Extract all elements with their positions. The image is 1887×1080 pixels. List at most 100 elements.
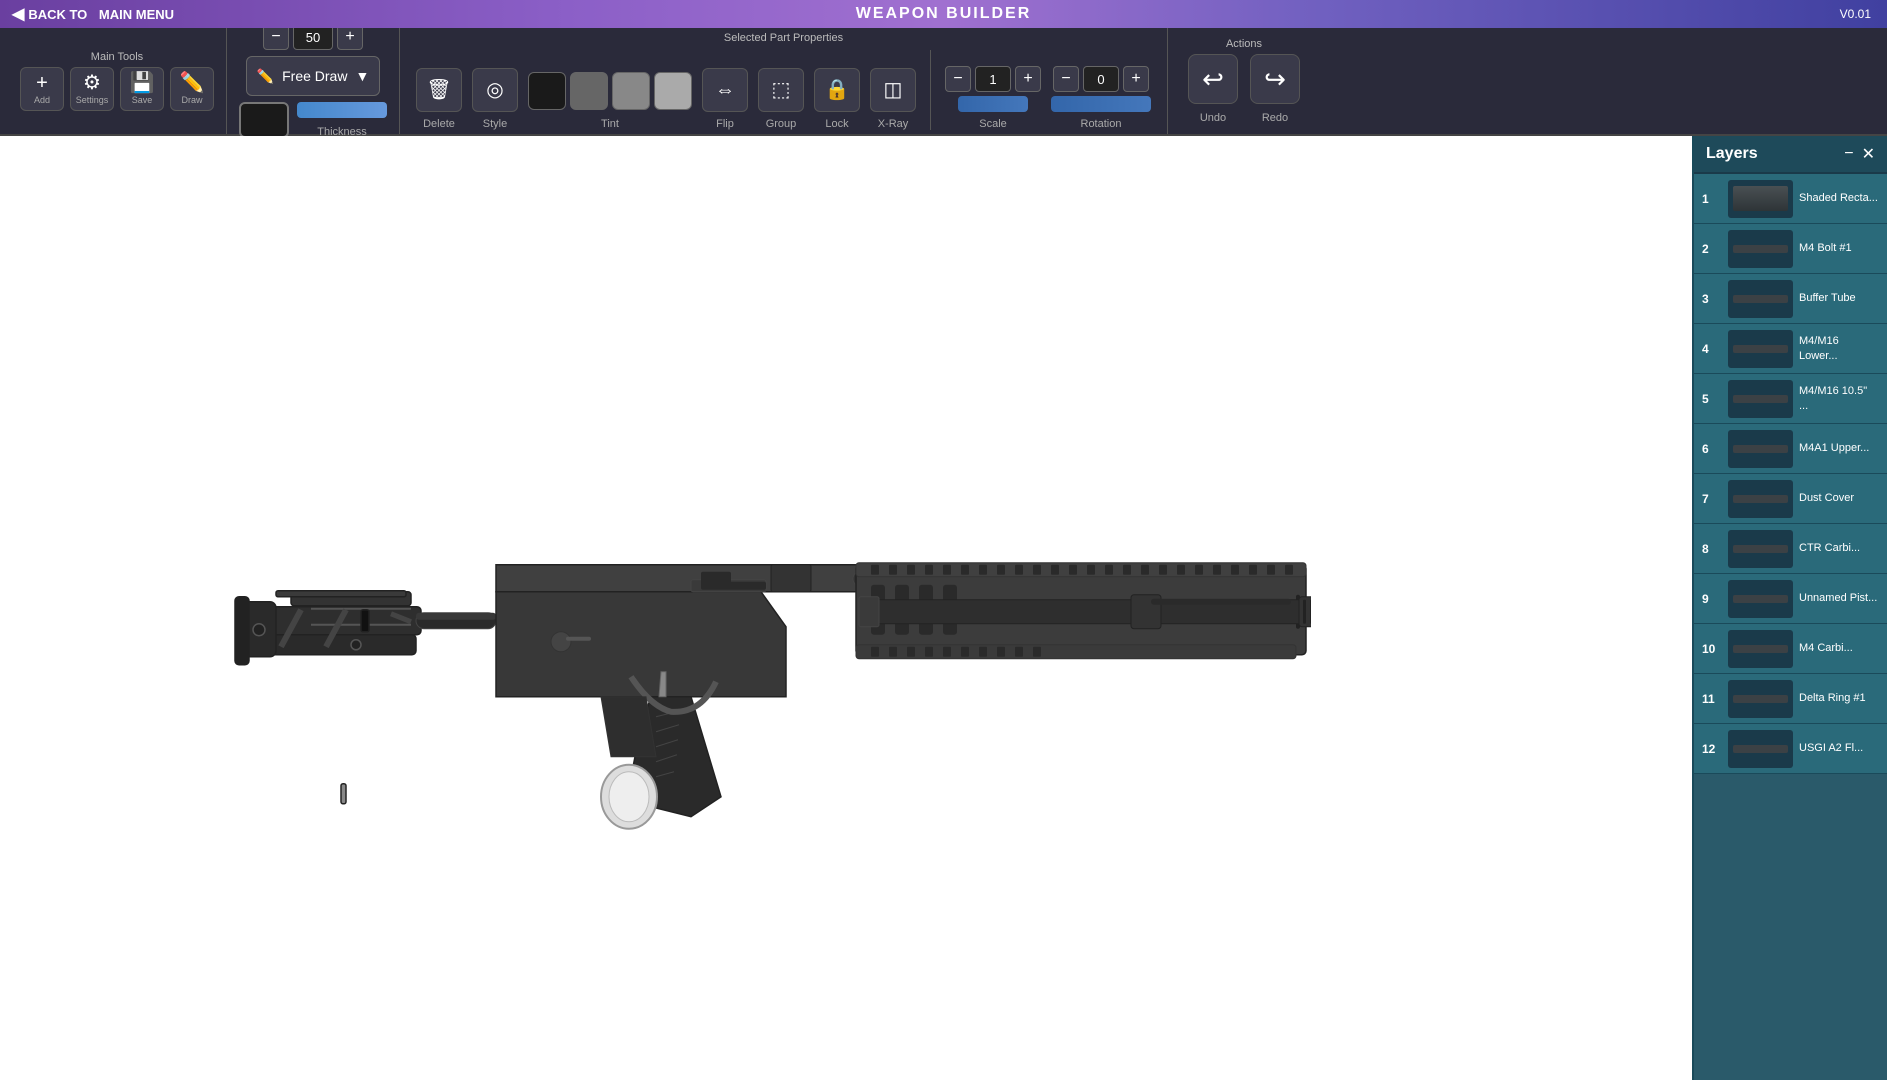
layer-item[interactable]: 11 Delta Ring #1: [1694, 674, 1887, 724]
group-button[interactable]: ⬚: [758, 68, 804, 112]
layer-number: 11: [1702, 692, 1722, 706]
color-swatch[interactable]: [239, 102, 289, 138]
rotation-minus-button[interactable]: −: [1053, 66, 1079, 92]
layer-item[interactable]: 12 USGI A2 Fl...: [1694, 724, 1887, 774]
add-button[interactable]: + Add: [20, 67, 64, 111]
scale-input[interactable]: [975, 66, 1011, 92]
actions-label: Actions: [1226, 38, 1262, 50]
layer-thumbnail: [1728, 580, 1793, 618]
layer-thumbnail: [1728, 480, 1793, 518]
layer-number: 5: [1702, 392, 1722, 406]
flip-button[interactable]: ⇔: [702, 68, 748, 112]
layer-number: 2: [1702, 242, 1722, 256]
xray-label: X-Ray: [878, 118, 909, 130]
redo-label: Redo: [1262, 112, 1288, 124]
layer-item[interactable]: 10 M4 Carbi...: [1694, 624, 1887, 674]
style-label: Style: [483, 118, 507, 130]
save-button[interactable]: 💾 Save: [120, 67, 164, 111]
delete-label: Delete: [423, 118, 455, 130]
layer-name: Unnamed Pist...: [1799, 591, 1879, 605]
lock-area: 🔒 Lock: [814, 68, 860, 130]
layer-name: M4A1 Upper...: [1799, 441, 1879, 455]
lock-label: Lock: [825, 118, 848, 130]
flip-label: Flip: [716, 118, 734, 130]
settings-label: Settings: [76, 95, 109, 105]
rotation-bar[interactable]: [1051, 96, 1151, 112]
layer-name: M4/M16 10.5" ...: [1799, 384, 1879, 413]
draw-label: Draw: [181, 95, 202, 105]
draw-tool-dropdown[interactable]: ✏️ Free Draw ▼: [246, 56, 381, 96]
add-label: Add: [34, 95, 50, 105]
canvas-area[interactable]: [0, 136, 1692, 1080]
layer-item[interactable]: 6 M4A1 Upper...: [1694, 424, 1887, 474]
draw-icon: ✏️: [180, 73, 205, 93]
style-area: ◎ Style: [472, 68, 518, 130]
rotation-plus-button[interactable]: +: [1123, 66, 1149, 92]
back-label: BACK TO: [28, 7, 87, 22]
lock-icon: 🔒: [825, 80, 850, 100]
redo-button[interactable]: ↪: [1250, 54, 1300, 104]
layer-name: M4 Carbi...: [1799, 641, 1879, 655]
layer-thumbnail: [1728, 680, 1793, 718]
add-icon: +: [36, 73, 48, 93]
tint-black-button[interactable]: [528, 72, 566, 110]
draw-button[interactable]: ✏️ Draw: [170, 67, 214, 111]
tint-gray3-button[interactable]: [654, 72, 692, 110]
thickness-bar[interactable]: [297, 102, 387, 118]
lock-button[interactable]: 🔒: [814, 68, 860, 112]
layer-item[interactable]: 2 M4 Bolt #1: [1694, 224, 1887, 274]
delete-button[interactable]: 🗑: [416, 68, 462, 112]
group-area: ⬚ Group: [758, 68, 804, 130]
actions-row: ↩ Undo ↪ Redo: [1188, 54, 1300, 124]
layer-item[interactable]: 9 Unnamed Pist...: [1694, 574, 1887, 624]
layer-thumbnail: [1728, 230, 1793, 268]
layer-number: 8: [1702, 542, 1722, 556]
layer-item[interactable]: 1 Shaded Recta...: [1694, 174, 1887, 224]
layer-item[interactable]: 3 Buffer Tube: [1694, 274, 1887, 324]
back-to-main-menu-button[interactable]: ◀ BACK TO MAIN MENU: [12, 4, 174, 24]
undo-area: ↩ Undo: [1188, 54, 1238, 124]
tint-gray2-button[interactable]: [612, 72, 650, 110]
part-tools-row: 🗑 Delete ◎ Style Tint: [416, 50, 1151, 130]
scale-minus-button[interactable]: −: [945, 66, 971, 92]
layer-name: Delta Ring #1: [1799, 691, 1879, 705]
tint-area: Tint: [528, 72, 692, 130]
tint-swatches-row: [528, 72, 692, 110]
layer-thumbnail: [1728, 630, 1793, 668]
layer-thumbnail: [1728, 380, 1793, 418]
layer-thumbnail: [1728, 430, 1793, 468]
actions-section: Actions ↩ Undo ↪ Redo: [1168, 28, 1320, 134]
layers-minimize-button[interactable]: −: [1844, 144, 1853, 164]
selected-part-label: Selected Part Properties: [724, 32, 843, 44]
group-label: Group: [766, 118, 797, 130]
layer-item[interactable]: 7 Dust Cover: [1694, 474, 1887, 524]
undo-button[interactable]: ↩: [1188, 54, 1238, 104]
layer-item[interactable]: 4 M4/M16 Lower...: [1694, 324, 1887, 374]
layers-close-button[interactable]: ✕: [1862, 144, 1875, 164]
layer-number: 3: [1702, 292, 1722, 306]
tint-gray1-button[interactable]: [570, 72, 608, 110]
scale-bar[interactable]: [958, 96, 1028, 112]
rotation-input[interactable]: [1083, 66, 1119, 92]
layers-controls: − ✕: [1844, 144, 1875, 164]
layer-item[interactable]: 8 CTR Carbi...: [1694, 524, 1887, 574]
delete-icon: 🗑: [426, 80, 451, 100]
scale-control: − +: [945, 66, 1041, 92]
layer-number: 1: [1702, 192, 1722, 206]
tint-label: Tint: [601, 118, 619, 130]
delete-area: 🗑 Delete: [416, 68, 462, 130]
flip-icon: ⇔: [715, 80, 735, 100]
layer-item[interactable]: 5 M4/M16 10.5" ...: [1694, 374, 1887, 424]
layer-thumbnail: [1728, 530, 1793, 568]
style-button[interactable]: ◎: [472, 68, 518, 112]
settings-button[interactable]: ⚙ Settings: [70, 67, 114, 111]
scale-plus-button[interactable]: +: [1015, 66, 1041, 92]
layer-name: Dust Cover: [1799, 491, 1879, 505]
save-label: Save: [132, 95, 153, 105]
settings-icon: ⚙: [83, 73, 101, 93]
redo-area: ↪ Redo: [1250, 54, 1300, 124]
save-icon: 💾: [130, 73, 155, 93]
main-menu-label: MAIN MENU: [99, 7, 174, 22]
layer-thumbnail: [1728, 280, 1793, 318]
xray-button[interactable]: ◫: [870, 68, 916, 112]
